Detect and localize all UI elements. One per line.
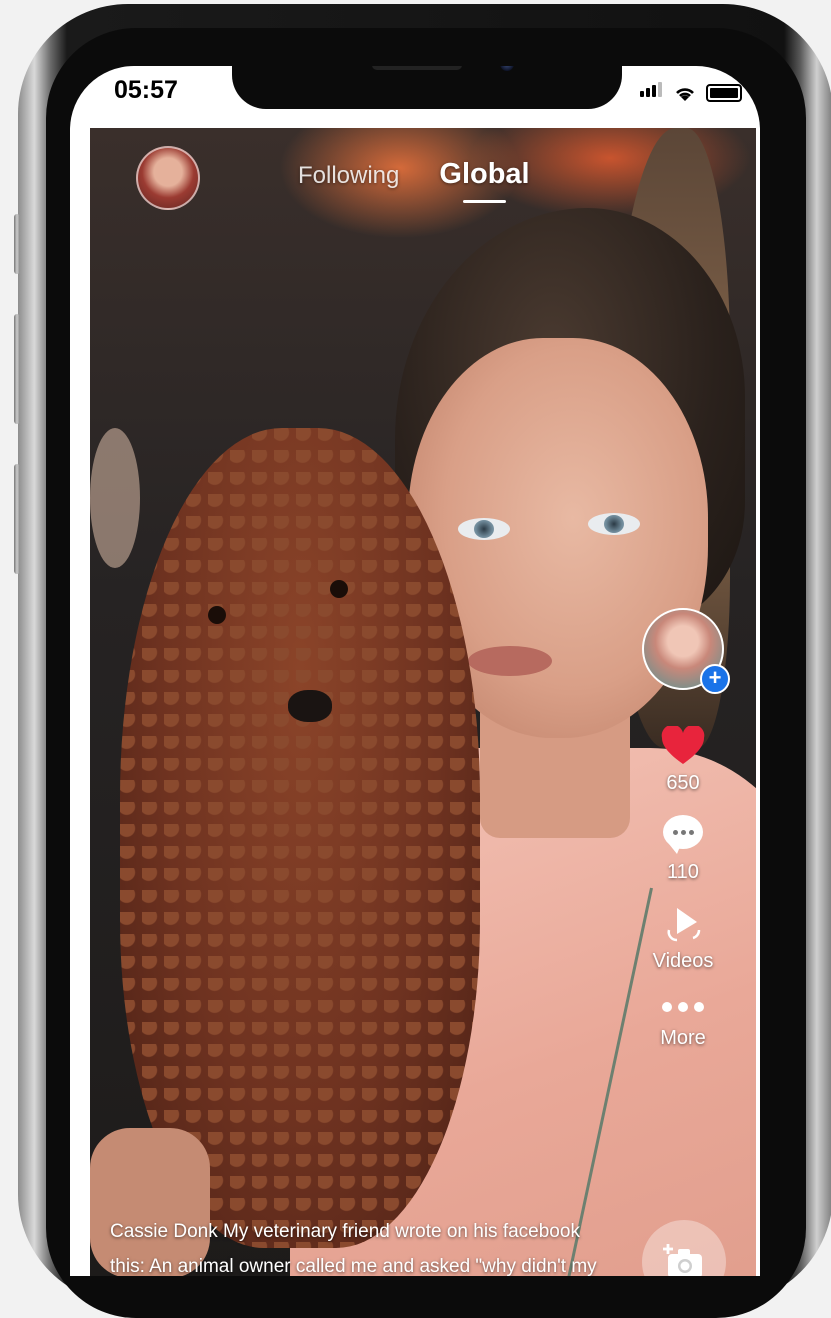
- status-icons: [640, 82, 742, 102]
- puppy-eye: [208, 606, 226, 624]
- right-eye: [588, 513, 640, 535]
- volume-up-button: [14, 314, 20, 424]
- front-camera: [500, 66, 514, 71]
- mute-switch: [14, 214, 20, 274]
- volume-down-button: [14, 464, 20, 574]
- videos-action[interactable]: Videos: [652, 904, 714, 973]
- comment-icon: [663, 815, 703, 854]
- more-icon: [659, 999, 707, 1017]
- more-action[interactable]: More: [659, 999, 707, 1050]
- heart-icon: [661, 726, 705, 764]
- speaker-grille: [372, 66, 462, 70]
- status-time: 05:57: [114, 76, 178, 104]
- lips: [468, 646, 552, 676]
- creator-avatar[interactable]: +: [642, 608, 730, 694]
- puppy-nose: [288, 690, 332, 722]
- comment-action[interactable]: 110: [663, 815, 703, 884]
- tab-following[interactable]: Following: [298, 162, 399, 190]
- puppy: [120, 428, 480, 1248]
- tab-global[interactable]: Global: [439, 158, 530, 203]
- action-rail: + 650 110 Videos More: [638, 608, 730, 1050]
- follow-button[interactable]: +: [700, 664, 730, 694]
- my-profile-avatar[interactable]: [136, 146, 200, 210]
- more-label: More: [660, 1027, 706, 1049]
- left-eye: [458, 518, 510, 540]
- phone-screen: 05:57 Following Global + 650 110 Videos …: [70, 66, 760, 1276]
- signal-icon: [640, 82, 664, 102]
- videos-icon: [667, 908, 701, 942]
- video-player[interactable]: Following Global + 650 110 Videos More C…: [90, 128, 756, 1276]
- videos-label: Videos: [652, 950, 714, 972]
- wifi-icon: [676, 88, 694, 101]
- like-action[interactable]: 650: [660, 726, 706, 795]
- likes-count: 650: [666, 772, 700, 794]
- feed-tabs: Following Global: [298, 158, 530, 203]
- comments-count: 110: [667, 861, 699, 883]
- puppy-eye: [330, 580, 348, 598]
- notch: [232, 66, 622, 109]
- post-caption[interactable]: Cassie Donk My veterinary friend wrote o…: [110, 1214, 610, 1276]
- battery-icon: [706, 84, 742, 102]
- camera-add-icon: [663, 1244, 702, 1276]
- post-author[interactable]: Cassie Donk: [110, 1221, 218, 1242]
- background-bokeh: [90, 428, 140, 568]
